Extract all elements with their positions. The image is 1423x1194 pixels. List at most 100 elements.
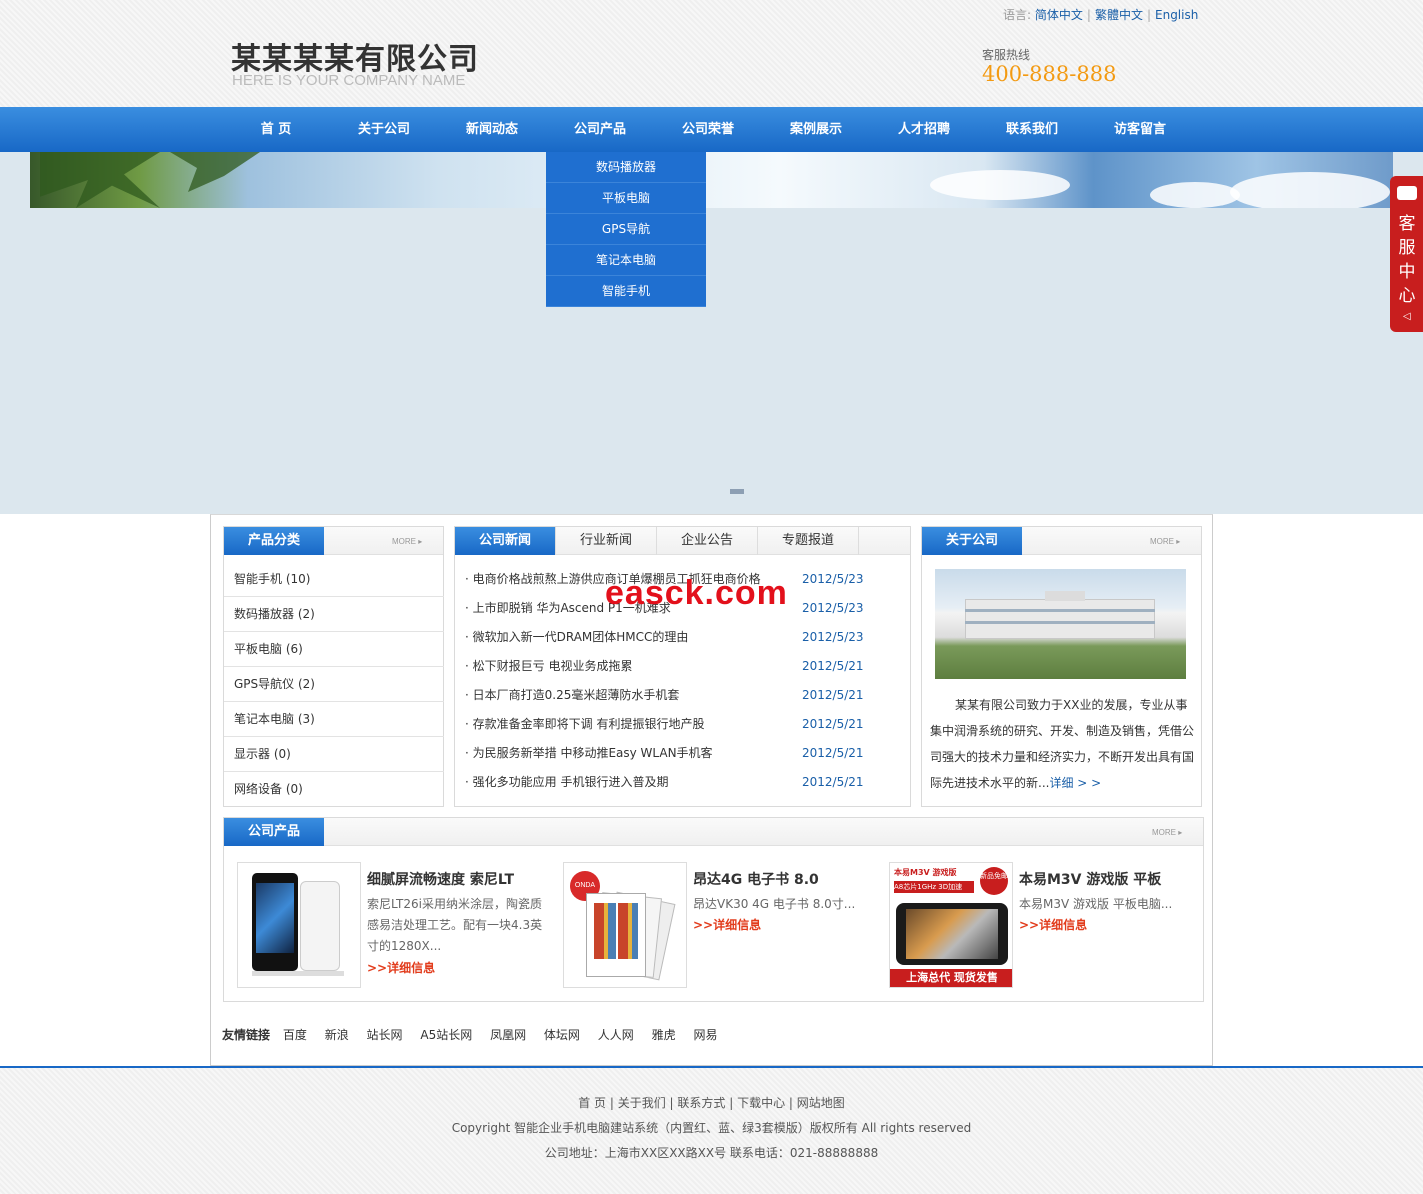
- news-tabs: 公司新闻 行业新闻 企业公告 专题报道: [455, 527, 910, 555]
- footer-address: 公司地址：上海市XX区XX路XX号 联系电话：021-88888888: [544, 1146, 879, 1160]
- tab-company-news[interactable]: 公司新闻: [455, 527, 556, 555]
- friendly-links: 友情链接 百度 新浪 站长网 A5站长网 凤凰网 体坛网 人人网 雅虎 网易: [222, 1026, 731, 1043]
- footer-link-download[interactable]: 下载中心: [737, 1096, 785, 1110]
- news-title: · 微软加入新一代DRAM团体HMCC的理由: [465, 630, 689, 644]
- nav-news[interactable]: 新闻动态: [438, 107, 546, 152]
- nav-home[interactable]: 首 页: [222, 107, 330, 152]
- product-detail-link[interactable]: >>详细信息: [693, 916, 761, 933]
- nav-products[interactable]: 公司产品: [546, 107, 654, 152]
- about-detail-link[interactable]: 详细 > >: [1049, 776, 1101, 790]
- category-item[interactable]: 显示器 (0): [224, 737, 444, 772]
- category-item[interactable]: GPS导航仪 (2): [224, 667, 444, 702]
- about-description: 某某有限公司致力于XX业的发展，专业从事集中润滑系统的研究、开发、制造及销售，凭…: [930, 692, 1198, 796]
- link-ifeng[interactable]: 凤凰网: [490, 1028, 526, 1042]
- news-date: 2012/5/21: [802, 659, 864, 673]
- nav-contact[interactable]: 联系我们: [978, 107, 1086, 152]
- footer-link-home[interactable]: 首 页: [578, 1096, 606, 1110]
- news-date: 2012/5/21: [802, 746, 864, 760]
- dropdown-item-gps[interactable]: GPS导航: [546, 214, 706, 245]
- tab-announcements[interactable]: 企业公告: [657, 527, 758, 555]
- products-dropdown-menu: 数码播放器 平板电脑 GPS导航 笔记本电脑 智能手机: [546, 152, 706, 307]
- news-title: · 为民服务新举措 中移动推Easy WLAN手机客: [465, 746, 713, 760]
- news-date: 2012/5/21: [802, 688, 864, 702]
- product-image-onda[interactable]: ONDA: [563, 862, 687, 988]
- news-item[interactable]: · 强化多功能应用 手机银行进入普及期 2012/5/21: [465, 768, 885, 797]
- product-detail-link[interactable]: >>详细信息: [1019, 916, 1087, 933]
- nav-jobs[interactable]: 人才招聘: [870, 107, 978, 152]
- news-item[interactable]: · 存款准备金率即将下调 有利提振银行地产股 2012/5/21: [465, 710, 885, 739]
- lang-simplified[interactable]: 简体中文: [1035, 8, 1083, 22]
- products-panel: 公司产品 MORE ▸ 细腻屏流畅速度 索尼LT 索尼LT26i采用纳米涂层，陶…: [223, 817, 1204, 1002]
- dropdown-item-player[interactable]: 数码播放器: [546, 152, 706, 183]
- product-title[interactable]: 本易M3V 游戏版 平板: [1019, 869, 1161, 889]
- product-title[interactable]: 细腻屏流畅速度 索尼LT: [367, 869, 514, 889]
- link-a5[interactable]: A5站长网: [420, 1028, 472, 1042]
- footer-copyright: Copyright 智能企业手机电脑建站系统（内置红、蓝、绿3套模版）版权所有 …: [451, 1121, 972, 1135]
- dropdown-item-tablet[interactable]: 平板电脑: [546, 183, 706, 214]
- m3v-image-title: 本易M3V 游戏版: [894, 868, 957, 877]
- link-sina[interactable]: 新浪: [325, 1028, 349, 1042]
- news-date: 2012/5/23: [802, 601, 864, 615]
- product-detail-link[interactable]: >>详细信息: [367, 959, 435, 976]
- about-more-link[interactable]: MORE ▸: [1150, 537, 1180, 546]
- expand-arrow-icon: ◁: [1403, 311, 1411, 322]
- tab-industry-news[interactable]: 行业新闻: [556, 527, 657, 555]
- category-more-link[interactable]: MORE ▸: [392, 537, 422, 546]
- lang-english[interactable]: English: [1155, 8, 1198, 22]
- footer-link-about[interactable]: 关于我们: [618, 1096, 666, 1110]
- nav-guestbook[interactable]: 访客留言: [1086, 107, 1194, 152]
- news-item[interactable]: · 日本厂商打造0.25毫米超薄防水手机套 2012/5/21: [465, 681, 885, 710]
- new-badge: 新品免邮: [980, 867, 1008, 895]
- about-panel: 关于公司 MORE ▸ 某某有限公司致力于XX业的发展，专业从事集中润滑系统的研…: [921, 526, 1202, 807]
- footer-link-contact[interactable]: 联系方式: [677, 1096, 725, 1110]
- news-item[interactable]: · 为民服务新举措 中移动推Easy WLAN手机客 2012/5/21: [465, 739, 885, 768]
- news-title: · 强化多功能应用 手机银行进入普及期: [465, 775, 669, 789]
- category-item[interactable]: 平板电脑 (6): [224, 632, 444, 667]
- category-item[interactable]: 智能手机 (10): [224, 562, 444, 597]
- footer-link-sitemap[interactable]: 网站地图: [797, 1096, 845, 1110]
- slider-indicator[interactable]: [730, 489, 744, 494]
- service-label: 客服中心: [1398, 214, 1416, 306]
- link-baidu[interactable]: 百度: [283, 1028, 307, 1042]
- category-item[interactable]: 网络设备 (0): [224, 772, 444, 807]
- tab-special-reports[interactable]: 专题报道: [758, 527, 859, 555]
- about-panel-header: 关于公司 MORE ▸: [922, 527, 1201, 555]
- category-item[interactable]: 笔记本电脑 (3): [224, 702, 444, 737]
- product-desc: 昂达VK30 4G 电子书 8.0寸...: [693, 897, 856, 911]
- link-titan[interactable]: 体坛网: [544, 1028, 580, 1042]
- banner-image: [30, 152, 1393, 208]
- language-switcher: 语言: 简体中文 | 繁體中文 | English: [1003, 8, 1199, 22]
- m3v-image-banner: 上海总代 现货发售: [890, 969, 1012, 987]
- link-chinaz[interactable]: 站长网: [367, 1028, 403, 1042]
- chat-bubble-icon: [1397, 186, 1417, 200]
- nav-honors[interactable]: 公司荣誉: [654, 107, 762, 152]
- link-renren[interactable]: 人人网: [598, 1028, 634, 1042]
- products-panel-title: 公司产品: [224, 818, 324, 846]
- footer-nav: 首 页 | 关于我们 | 联系方式 | 下载中心 | 网站地图: [578, 1096, 845, 1110]
- dropdown-item-laptop[interactable]: 笔记本电脑: [546, 245, 706, 276]
- product-title[interactable]: 昂达4G 电子书 8.0: [693, 869, 819, 889]
- header: 某某某某有限公司 HERE IS YOUR COMPANY NAME 语言: 简…: [0, 0, 1423, 107]
- news-date: 2012/5/23: [802, 630, 864, 644]
- news-item[interactable]: · 微软加入新一代DRAM团体HMCC的理由 2012/5/23: [465, 623, 885, 652]
- news-date: 2012/5/23: [802, 572, 864, 586]
- lang-traditional[interactable]: 繁體中文: [1095, 8, 1143, 22]
- category-panel-title: 产品分类: [224, 527, 324, 555]
- product-image-m3v[interactable]: 本易M3V 游戏版 A8芯片1GHz 3D加速 新品免邮 上海总代 现货发售: [889, 862, 1013, 988]
- nav-cases[interactable]: 案例展示: [762, 107, 870, 152]
- products-more-link[interactable]: MORE ▸: [1152, 828, 1182, 837]
- customer-service-tab[interactable]: 客服中心 ◁: [1390, 176, 1423, 332]
- link-yahoo[interactable]: 雅虎: [652, 1028, 676, 1042]
- dropdown-item-smartphone[interactable]: 智能手机: [546, 276, 706, 307]
- news-date: 2012/5/21: [802, 775, 864, 789]
- news-item[interactable]: · 松下财报巨亏 电视业务成拖累 2012/5/21: [465, 652, 885, 681]
- product-desc: 本易M3V 游戏版 平板电脑...: [1019, 897, 1173, 911]
- category-item[interactable]: 数码播放器 (2): [224, 597, 444, 632]
- link-163[interactable]: 网易: [693, 1028, 717, 1042]
- about-panel-title: 关于公司: [922, 527, 1022, 555]
- nav-about[interactable]: 关于公司: [330, 107, 438, 152]
- product-image-sony[interactable]: [237, 862, 361, 988]
- products-panel-header: 公司产品 MORE ▸: [224, 818, 1203, 846]
- news-date: 2012/5/21: [802, 717, 864, 731]
- lang-label: 语言:: [1003, 8, 1032, 22]
